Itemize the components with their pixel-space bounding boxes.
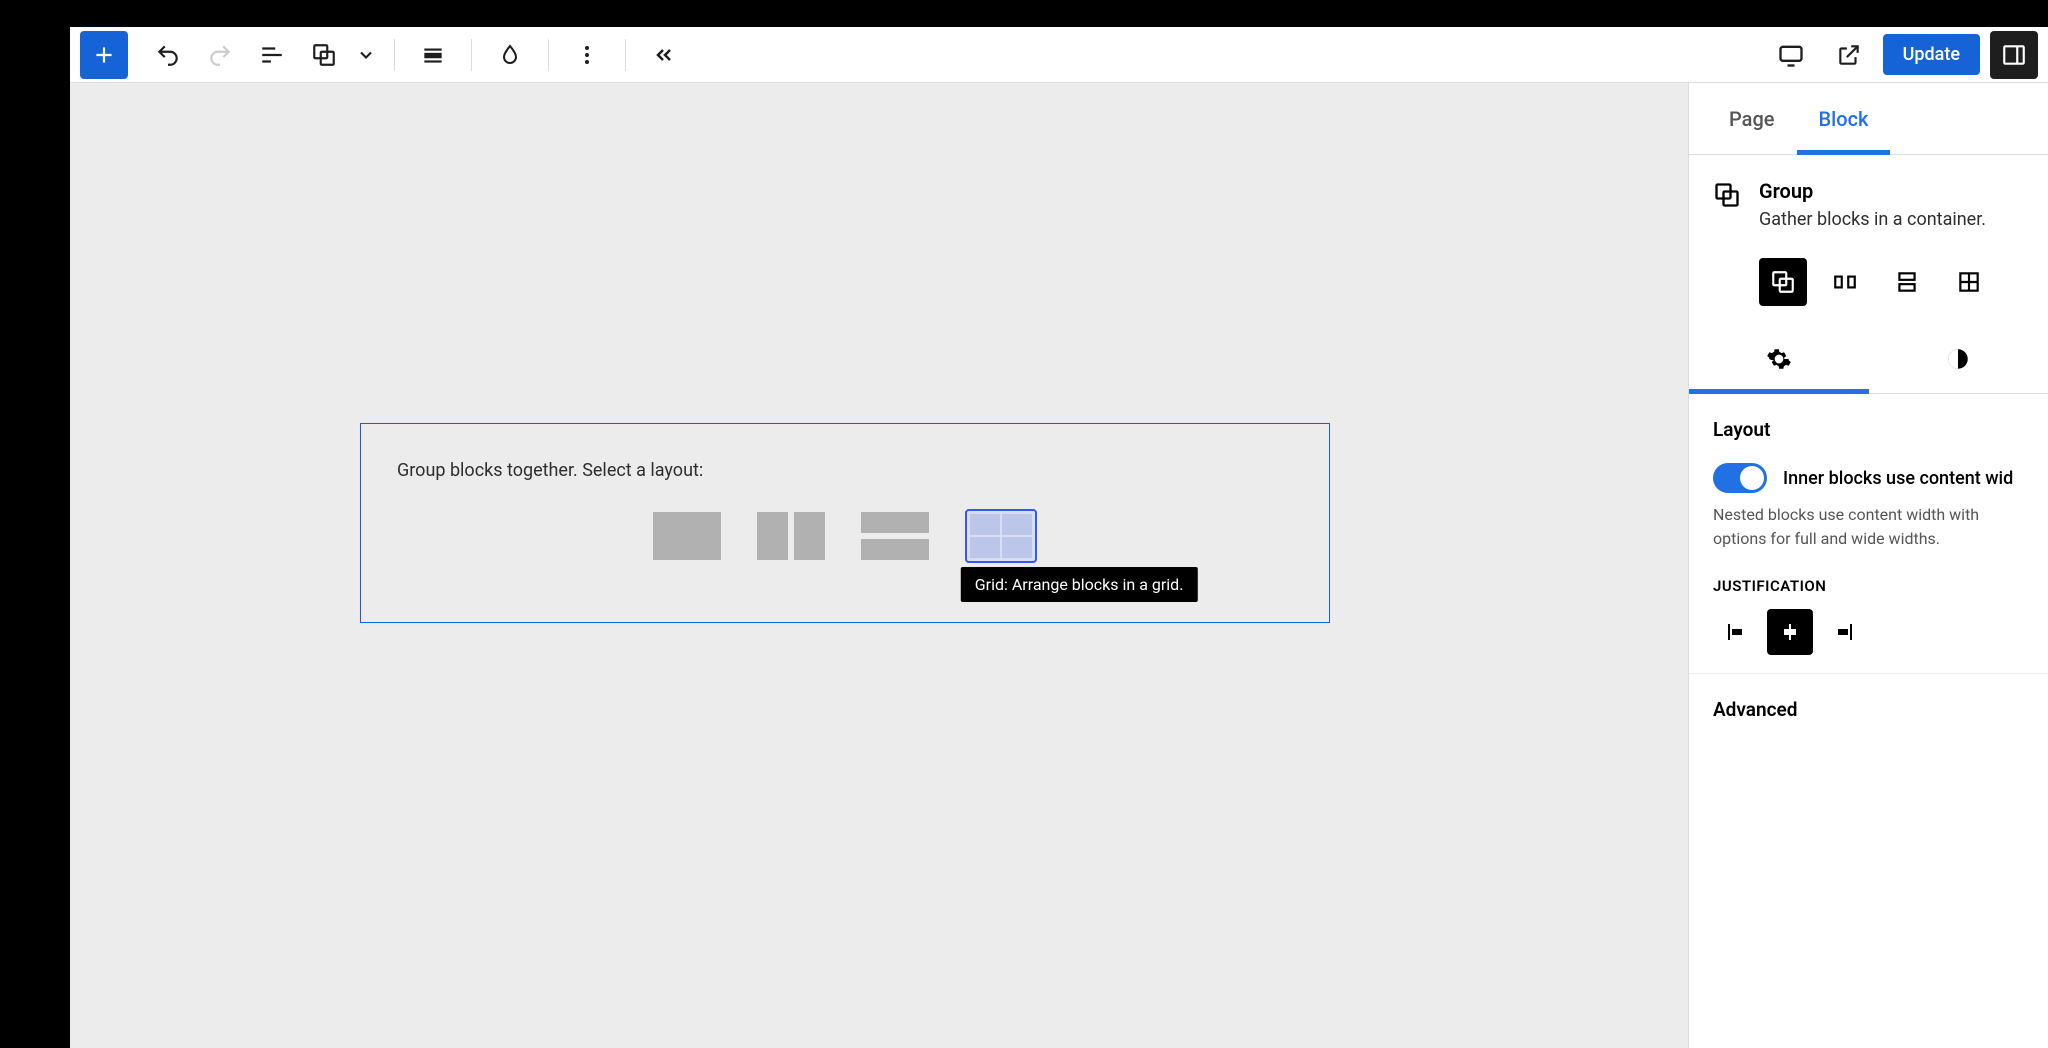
inspector-tabs xyxy=(1689,324,2048,394)
stack-bar-icon xyxy=(861,539,929,560)
editor-frame: Update Group blocks together. Select a l… xyxy=(70,27,2048,1048)
align-button[interactable] xyxy=(409,31,457,79)
inspector-tab-styles[interactable] xyxy=(1869,324,2048,393)
row-half-icon xyxy=(794,512,825,560)
content-width-toggle-label: Inner blocks use content wid xyxy=(1783,468,2013,489)
settings-sidebar-toggle[interactable] xyxy=(1990,31,2038,79)
group-icon xyxy=(311,42,337,68)
collapse-toolbar-button[interactable] xyxy=(640,31,688,79)
layout-option-grid[interactable] xyxy=(965,509,1037,563)
content-width-help: Nested blocks use content width with opt… xyxy=(1713,503,2024,551)
variation-group[interactable] xyxy=(1759,258,1807,306)
block-card-icon xyxy=(1713,181,1741,209)
group-icon xyxy=(1713,181,1741,209)
grid-cell-icon xyxy=(970,537,1000,558)
justify-left-button[interactable] xyxy=(1713,609,1759,655)
content-width-toggle-row: Inner blocks use content wid xyxy=(1713,463,2024,493)
sidebar-tabs: Page Block xyxy=(1689,83,2048,155)
droplet-icon xyxy=(498,43,522,67)
justify-right-icon xyxy=(1832,620,1856,644)
stack-icon xyxy=(1894,269,1920,295)
grid-cell-icon xyxy=(1002,537,1032,558)
justify-center-button[interactable] xyxy=(1767,609,1813,655)
plus-icon xyxy=(91,42,117,68)
block-card-description: Gather blocks in a container. xyxy=(1759,209,1986,230)
toolbar-divider xyxy=(625,39,626,71)
view-button[interactable] xyxy=(1767,31,1815,79)
redo-icon xyxy=(207,42,233,68)
tab-block-label: Block xyxy=(1819,107,1869,131)
preview-button[interactable] xyxy=(1825,31,1873,79)
document-overview-button[interactable] xyxy=(248,31,296,79)
grid-icon xyxy=(1956,269,1982,295)
undo-icon xyxy=(155,42,181,68)
variation-row[interactable] xyxy=(1821,258,1869,306)
toolbar-divider xyxy=(394,39,395,71)
tab-block[interactable]: Block xyxy=(1797,83,1891,154)
layout-panel-title: Layout xyxy=(1713,418,2024,441)
justify-center-icon xyxy=(1778,620,1802,644)
update-button[interactable]: Update xyxy=(1883,34,1980,75)
align-icon xyxy=(420,42,446,68)
justify-left-icon xyxy=(1724,620,1748,644)
justification-title: Justification xyxy=(1713,577,2024,595)
update-label: Update xyxy=(1903,44,1960,65)
color-button[interactable] xyxy=(486,31,534,79)
grid-tooltip: Grid: Arrange blocks in a grid. xyxy=(961,567,1198,602)
variation-grid[interactable] xyxy=(1945,258,1993,306)
layout-option-grid-container: Grid: Arrange blocks in a grid. xyxy=(965,509,1037,563)
toolbar-divider xyxy=(548,39,549,71)
tab-page[interactable]: Page xyxy=(1707,83,1797,154)
list-view-icon xyxy=(259,42,285,68)
row-half-icon xyxy=(757,512,788,560)
toolbar-left xyxy=(80,31,688,79)
placeholder-prompt: Group blocks together. Select a layout: xyxy=(397,460,1293,481)
block-card: Group Gather blocks in a container. xyxy=(1689,155,2048,324)
tab-page-label: Page xyxy=(1729,107,1775,131)
more-vertical-icon xyxy=(575,43,599,67)
desktop-icon xyxy=(1777,41,1805,69)
main-area: Group blocks together. Select a layout: xyxy=(70,83,2048,1048)
block-options-button[interactable] xyxy=(563,31,611,79)
redo-button[interactable] xyxy=(196,31,244,79)
block-mover[interactable] xyxy=(352,31,380,79)
grid-cell-icon xyxy=(970,514,1000,535)
toolbar-divider xyxy=(471,39,472,71)
layout-option-group[interactable] xyxy=(653,512,721,560)
inspector-tab-settings[interactable] xyxy=(1689,324,1869,393)
block-parent-selector[interactable] xyxy=(300,31,348,79)
advanced-panel-title: Advanced xyxy=(1713,698,2024,721)
chevrons-left-icon xyxy=(652,43,676,67)
styles-icon xyxy=(1945,346,1971,372)
panel-icon xyxy=(2001,42,2027,68)
layout-option-row[interactable] xyxy=(757,512,825,560)
top-toolbar: Update xyxy=(70,27,2048,83)
group-icon xyxy=(1770,269,1796,295)
editor-canvas[interactable]: Group blocks together. Select a layout: xyxy=(70,83,1688,1048)
block-inserter-button[interactable] xyxy=(80,31,128,79)
justification-controls xyxy=(1713,609,2024,655)
content-width-toggle[interactable] xyxy=(1713,463,1767,493)
justify-right-button[interactable] xyxy=(1821,609,1867,655)
layout-option-stack[interactable] xyxy=(861,512,929,560)
group-block-placeholder: Group blocks together. Select a layout: xyxy=(360,423,1330,623)
row-icon xyxy=(1832,269,1858,295)
external-icon xyxy=(1836,42,1862,68)
undo-button[interactable] xyxy=(144,31,192,79)
settings-sidebar: Page Block Group Gather blocks in a cont… xyxy=(1688,83,2048,1048)
stack-bar-icon xyxy=(861,512,929,533)
toolbar-right: Update xyxy=(1767,31,2038,79)
grid-cell-icon xyxy=(1002,514,1032,535)
block-variation-picker xyxy=(1713,258,2024,306)
chevron-down-icon xyxy=(356,45,376,65)
layout-panel: Layout Inner blocks use content wid Nest… xyxy=(1689,394,2048,674)
block-card-title: Group xyxy=(1759,179,1986,203)
layout-options: Grid: Arrange blocks in a grid. xyxy=(397,509,1293,563)
gear-icon xyxy=(1766,346,1792,372)
block-card-header: Group Gather blocks in a container. xyxy=(1713,179,2024,230)
variation-stack[interactable] xyxy=(1883,258,1931,306)
advanced-panel[interactable]: Advanced xyxy=(1689,674,2048,739)
